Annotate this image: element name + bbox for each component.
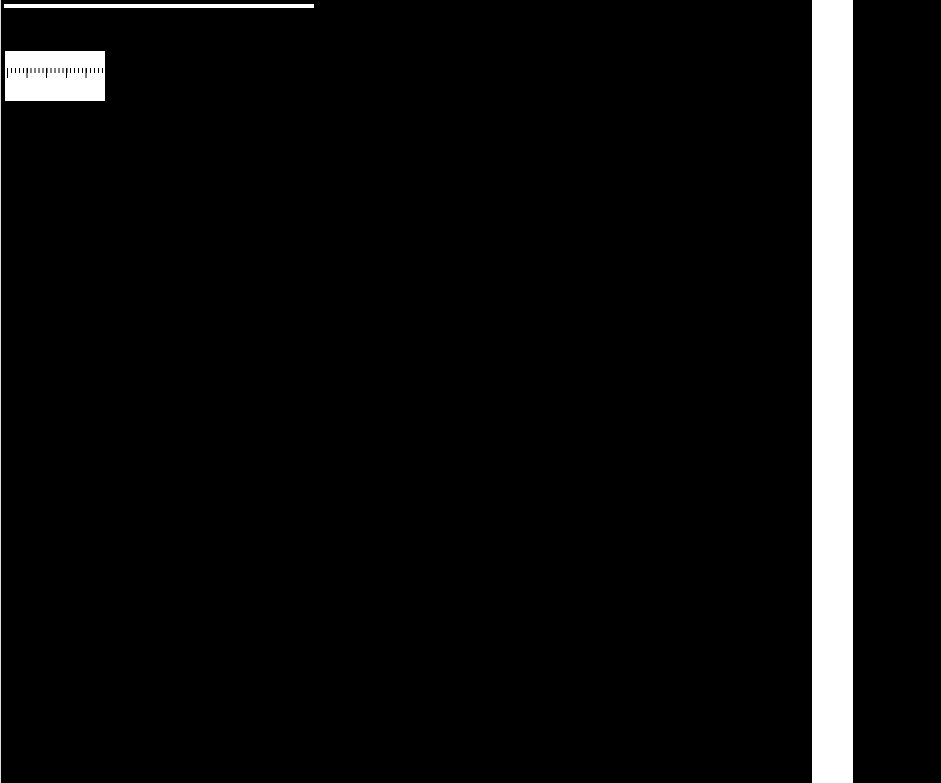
colorbar-gradient: [7, 53, 103, 68]
capture-info-box: [3, 3, 315, 9]
window-left-edge: [0, 0, 1, 783]
waterfall-spectrogram: [0, 0, 812, 783]
spectrum-capture-screen: [0, 0, 941, 783]
spectrum-panel: [853, 0, 941, 783]
colorbar-legend: [5, 51, 105, 101]
frequency-ruler: [812, 0, 853, 783]
colorbar-scale: [7, 77, 103, 93]
frequency-ticks: [812, 0, 853, 783]
